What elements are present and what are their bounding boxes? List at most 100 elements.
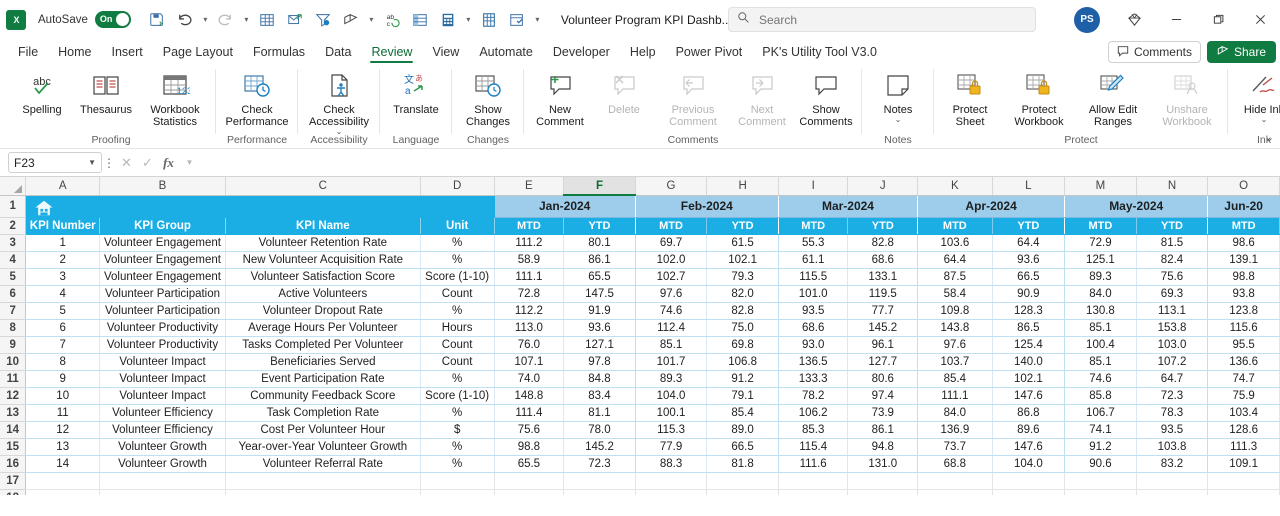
cell-empty[interactable] (563, 489, 636, 495)
cell-value[interactable]: 98.8 (1207, 268, 1280, 286)
cell-kpi-name[interactable]: Active Volunteers (225, 285, 421, 303)
row-header-1[interactable]: 1 (0, 195, 27, 218)
cell-kpi-number[interactable]: 3 (25, 268, 101, 286)
column-header-E[interactable]: E (494, 177, 565, 196)
cell-kpi-group[interactable]: Volunteer Efficiency (99, 404, 226, 422)
cell-kpi-number[interactable]: 2 (25, 251, 101, 269)
table-icon[interactable] (254, 7, 280, 33)
cell-value[interactable]: 93.6 (563, 319, 636, 337)
cell-unit[interactable]: % (420, 438, 495, 456)
cell-value[interactable]: 93.5 (1136, 421, 1209, 439)
comments-button[interactable]: Comments (1107, 41, 1201, 63)
cell-value[interactable]: 111.1 (494, 268, 565, 286)
cell-kpi-number[interactable]: 5 (25, 302, 101, 320)
undo-chevron-down-icon[interactable]: ▾ (200, 7, 211, 33)
cell-value[interactable]: 64.7 (1136, 370, 1209, 388)
cell-empty[interactable] (225, 489, 421, 495)
cell-value[interactable]: 111.4 (494, 404, 565, 422)
cell-kpi-name[interactable]: Beneficiaries Served (225, 353, 421, 371)
ribbon-button-hide-ink[interactable]: Hide Ink⌄ (1232, 64, 1280, 130)
form-icon[interactable] (504, 7, 530, 33)
send-icon[interactable] (282, 7, 308, 33)
row-header-13[interactable]: 13 (0, 404, 27, 422)
cell-value[interactable]: 93.5 (778, 302, 849, 320)
cell-value[interactable]: 82.8 (847, 234, 919, 252)
cell-value[interactable]: 115.5 (778, 268, 849, 286)
cell-kpi-name[interactable]: Community Feedback Score (225, 387, 421, 405)
column-header-M[interactable]: M (1064, 177, 1137, 196)
name-box-chevron-down-icon[interactable]: ▼ (88, 158, 96, 167)
cell-empty[interactable] (917, 472, 993, 490)
row-header-14[interactable]: 14 (0, 421, 27, 439)
row-header-4[interactable]: 4 (0, 251, 27, 269)
cell-value[interactable]: 82.0 (706, 285, 779, 303)
cell-value[interactable]: 106.2 (778, 404, 849, 422)
cell-kpi-group[interactable]: Volunteer Growth (99, 438, 226, 456)
cell-kpi-number[interactable]: 1 (25, 234, 101, 252)
cell-kpi-name[interactable]: Volunteer Dropout Rate (225, 302, 421, 320)
ribbon-tab-insert[interactable]: Insert (102, 43, 153, 64)
cell-empty[interactable] (25, 472, 101, 490)
cell-kpi-group[interactable]: Volunteer Engagement (99, 234, 226, 252)
ribbon-collapse-icon[interactable]: ⌄ (1265, 131, 1274, 144)
row-header-10[interactable]: 10 (0, 353, 27, 371)
cell-value[interactable]: 89.6 (992, 421, 1066, 439)
cell-empty[interactable] (847, 489, 919, 495)
cell-value[interactable]: 90.9 (992, 285, 1066, 303)
cell-empty[interactable] (847, 472, 919, 490)
cell-empty[interactable] (635, 489, 708, 495)
cell-empty[interactable] (99, 472, 226, 490)
cell-value[interactable]: 89.3 (635, 370, 708, 388)
cell-value[interactable]: 75.0 (706, 319, 779, 337)
cell-kpi-number[interactable]: 8 (25, 353, 101, 371)
cell-value[interactable]: 89.3 (1064, 268, 1137, 286)
row-header-15[interactable]: 15 (0, 438, 27, 456)
cell-value[interactable]: 153.8 (1136, 319, 1209, 337)
cell-value[interactable]: 74.1 (1064, 421, 1137, 439)
cell-unit[interactable]: Score (1-10) (420, 387, 495, 405)
select-all-corner[interactable] (0, 177, 27, 196)
cell-kpi-number[interactable]: 9 (25, 370, 101, 388)
cell-kpi-name[interactable]: Volunteer Satisfaction Score (225, 268, 421, 286)
cell-value[interactable]: 127.1 (563, 336, 636, 354)
cell-value[interactable]: 128.3 (992, 302, 1066, 320)
cell-empty[interactable] (1207, 472, 1280, 490)
document-title[interactable]: Volunteer Program KPI Dashb... (561, 13, 732, 27)
column-header-J[interactable]: J (847, 177, 919, 196)
cell-value[interactable]: 80.1 (563, 234, 636, 252)
chevron-down-icon[interactable]: ⌄ (1261, 116, 1268, 124)
row-header-3[interactable]: 3 (0, 234, 27, 252)
cell-value[interactable]: 103.7 (917, 353, 993, 371)
cell-value[interactable]: 85.8 (1064, 387, 1137, 405)
column-header-N[interactable]: N (1136, 177, 1209, 196)
column-header-O[interactable]: O (1207, 177, 1280, 196)
cell-value[interactable]: 78.0 (563, 421, 636, 439)
diamond-icon[interactable] (1114, 0, 1154, 39)
cell-value[interactable]: 98.8 (494, 438, 565, 456)
column-header-G[interactable]: G (635, 177, 708, 196)
share-chevron-down-icon[interactable]: ▾ (366, 7, 377, 33)
row-header-11[interactable]: 11 (0, 370, 27, 388)
cell-value[interactable]: 127.7 (847, 353, 919, 371)
cell-value[interactable]: 65.5 (494, 455, 565, 473)
ribbon-button-spelling[interactable]: abc Spelling (10, 64, 74, 130)
cell-kpi-group[interactable]: Volunteer Engagement (99, 251, 226, 269)
ribbon-tab-automate[interactable]: Automate (469, 43, 543, 64)
cell-value[interactable]: 115.6 (1207, 319, 1280, 337)
cell-empty[interactable] (992, 489, 1066, 495)
cell-value[interactable]: 145.2 (847, 319, 919, 337)
cell-value[interactable]: 61.5 (706, 234, 779, 252)
home-icon[interactable] (33, 199, 55, 222)
column-header-B[interactable]: B (99, 177, 226, 196)
cell-value[interactable]: 94.8 (847, 438, 919, 456)
name-box[interactable]: F23 ▼ (8, 152, 102, 173)
cell-value[interactable]: 66.5 (706, 438, 779, 456)
cell-unit[interactable]: % (420, 370, 495, 388)
calculator-chevron-down-icon[interactable]: ▾ (463, 7, 474, 33)
cell-value[interactable]: 89.0 (706, 421, 779, 439)
cell-value[interactable]: 102.1 (706, 251, 779, 269)
ribbon-button-workbook-statistics[interactable]: 123 Workbook Statistics (138, 64, 212, 130)
cell-kpi-name[interactable]: Cost Per Volunteer Hour (225, 421, 421, 439)
ribbon-button-protect-workbook[interactable]: Protect Workbook (1002, 64, 1076, 130)
cell-empty[interactable] (1064, 489, 1137, 495)
